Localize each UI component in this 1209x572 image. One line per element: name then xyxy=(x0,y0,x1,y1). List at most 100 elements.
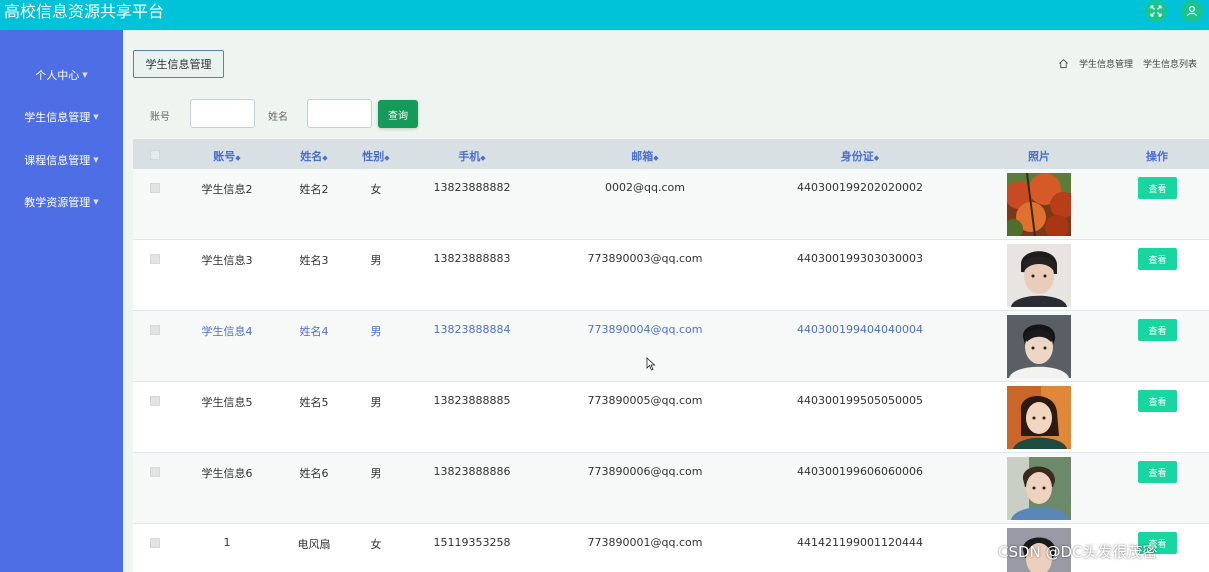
name-input[interactable] xyxy=(307,99,372,128)
account-label: 账号 xyxy=(150,112,170,123)
watermark: CSDN @DC头发很茂密 xyxy=(998,543,1158,561)
cell-email: 773890005@qq.com xyxy=(587,394,703,407)
user-icon xyxy=(1186,5,1198,17)
breadcrumb-item[interactable]: 学生信息管理 xyxy=(1079,57,1133,70)
select-all-checkbox[interactable] xyxy=(150,150,160,160)
table-row[interactable]: 学生信息4 姓名4 男 13823888884 773890004@qq.com… xyxy=(133,311,1209,382)
page-tag[interactable]: 学生信息管理 xyxy=(133,50,224,78)
cell-idcard: 441421199001120444 xyxy=(797,536,923,549)
row-checkbox[interactable] xyxy=(150,467,160,477)
mouse-cursor-icon xyxy=(646,357,656,371)
chevron-down-icon: ▼ xyxy=(93,156,99,164)
sort-icon[interactable]: ◆ xyxy=(480,154,485,162)
student-photo xyxy=(1007,386,1071,449)
student-photo xyxy=(1007,173,1071,236)
column-name[interactable]: 姓名◆ xyxy=(300,148,327,164)
sidebar-item-teaching-resources[interactable]: 教学资源管理 ▼ xyxy=(0,192,123,212)
cell-name: 姓名2 xyxy=(299,183,329,196)
sidebar: 个人中心 ▼ 学生信息管理 ▼ 课程信息管理 ▼ 教学资源管理 ▼ xyxy=(0,30,123,572)
chevron-down-icon: ▼ xyxy=(82,71,88,79)
column-phone[interactable]: 手机◆ xyxy=(458,148,485,164)
row-checkbox[interactable] xyxy=(150,325,160,335)
sidebar-item-label: 教学资源管理 xyxy=(24,196,91,209)
breadcrumb: 学生信息管理 学生信息列表 xyxy=(1058,57,1197,70)
sort-icon[interactable]: ◆ xyxy=(653,154,658,162)
cell-account: 学生信息4 xyxy=(201,325,253,338)
view-button[interactable]: 查看 xyxy=(1138,248,1177,270)
cell-name: 姓名6 xyxy=(299,467,329,480)
sidebar-item-course-info[interactable]: 课程信息管理 ▼ xyxy=(0,150,123,170)
sort-icon[interactable]: ◆ xyxy=(235,154,240,162)
cell-email: 773890004@qq.com xyxy=(587,323,703,336)
cell-name: 姓名5 xyxy=(299,396,329,409)
fullscreen-button[interactable] xyxy=(1145,0,1167,22)
view-button[interactable]: 查看 xyxy=(1138,177,1177,199)
cell-email: 0002@qq.com xyxy=(605,181,685,194)
cell-idcard: 440300199202020002 xyxy=(797,181,923,194)
table-row[interactable]: 学生信息5 姓名5 男 13823888885 773890005@qq.com… xyxy=(133,382,1209,453)
sort-icon[interactable]: ◆ xyxy=(322,154,327,162)
user-button[interactable] xyxy=(1181,0,1203,22)
sort-icon[interactable]: ◆ xyxy=(384,154,389,162)
column-idcard[interactable]: 身份证◆ xyxy=(841,148,879,164)
student-photo xyxy=(1007,315,1071,378)
column-photo: 照片 xyxy=(1028,150,1050,163)
cell-phone: 15119353258 xyxy=(433,536,511,549)
cell-gender: 男 xyxy=(370,254,382,267)
table-header: 账号◆ 姓名◆ 性别◆ 手机◆ 邮箱◆ 身份证◆ 照片 操作 xyxy=(133,139,1209,169)
cell-gender: 男 xyxy=(370,467,382,480)
cell-idcard: 440300199505050005 xyxy=(797,394,923,407)
column-email[interactable]: 邮箱◆ xyxy=(631,148,658,164)
sidebar-item-student-info[interactable]: 学生信息管理 ▼ xyxy=(0,107,123,127)
table-row[interactable]: 学生信息3 姓名3 男 13823888883 773890003@qq.com… xyxy=(133,240,1209,311)
top-bar: 高校信息资源共享平台 xyxy=(0,0,1209,30)
chevron-down-icon: ▼ xyxy=(93,198,99,206)
cell-idcard: 440300199404040004 xyxy=(797,323,923,336)
cell-name: 电风扇 xyxy=(297,538,331,551)
sidebar-item-personal-center[interactable]: 个人中心 ▼ xyxy=(0,65,123,85)
home-icon[interactable] xyxy=(1058,58,1069,69)
cell-phone: 13823888884 xyxy=(433,323,511,336)
student-photo xyxy=(1007,457,1071,520)
cell-gender: 男 xyxy=(370,325,382,338)
view-button[interactable]: 查看 xyxy=(1138,319,1177,341)
cell-phone: 13823888882 xyxy=(433,181,511,194)
cell-account: 学生信息6 xyxy=(201,467,253,480)
data-table: 账号◆ 姓名◆ 性别◆ 手机◆ 邮箱◆ 身份证◆ 照片 操作 学生信息2 姓名2… xyxy=(133,139,1209,572)
row-checkbox[interactable] xyxy=(150,183,160,193)
cell-phone: 13823888885 xyxy=(433,394,511,407)
account-input[interactable] xyxy=(190,99,255,128)
cell-phone: 13823888886 xyxy=(433,465,511,478)
row-checkbox[interactable] xyxy=(150,396,160,406)
cell-account: 学生信息3 xyxy=(201,254,253,267)
sidebar-item-label: 课程信息管理 xyxy=(24,154,91,167)
chevron-down-icon: ▼ xyxy=(93,113,99,121)
table-row[interactable]: 学生信息2 姓名2 女 13823888882 0002@qq.com 4403… xyxy=(133,169,1209,240)
view-button[interactable]: 查看 xyxy=(1138,461,1177,483)
cell-phone: 13823888883 xyxy=(433,252,511,265)
cell-email: 773890001@qq.com xyxy=(587,536,703,549)
cell-account: 1 xyxy=(223,536,231,549)
sort-icon[interactable]: ◆ xyxy=(874,154,879,162)
column-gender[interactable]: 性别◆ xyxy=(362,148,389,164)
fullscreen-icon xyxy=(1150,5,1162,17)
column-account[interactable]: 账号◆ xyxy=(213,148,240,164)
app-title: 高校信息资源共享平台 xyxy=(4,2,165,21)
row-checkbox[interactable] xyxy=(150,538,160,548)
cell-name: 姓名3 xyxy=(299,254,329,267)
student-photo xyxy=(1007,244,1071,307)
column-action: 操作 xyxy=(1146,150,1168,163)
row-checkbox[interactable] xyxy=(150,254,160,264)
cell-account: 学生信息5 xyxy=(201,396,253,409)
table-row[interactable]: 学生信息6 姓名6 男 13823888886 773890006@qq.com… xyxy=(133,453,1209,524)
cell-idcard: 440300199606060006 xyxy=(797,465,923,478)
view-button[interactable]: 查看 xyxy=(1138,390,1177,412)
cell-gender: 男 xyxy=(370,396,382,409)
cell-email: 773890006@qq.com xyxy=(587,465,703,478)
breadcrumb-item-current: 学生信息列表 xyxy=(1142,60,1197,70)
cell-email: 773890003@qq.com xyxy=(587,252,703,265)
name-label: 姓名 xyxy=(268,112,288,123)
search-button[interactable]: 查询 xyxy=(378,100,418,128)
sidebar-item-label: 个人中心 xyxy=(35,69,80,82)
cell-idcard: 440300199303030003 xyxy=(797,252,923,265)
